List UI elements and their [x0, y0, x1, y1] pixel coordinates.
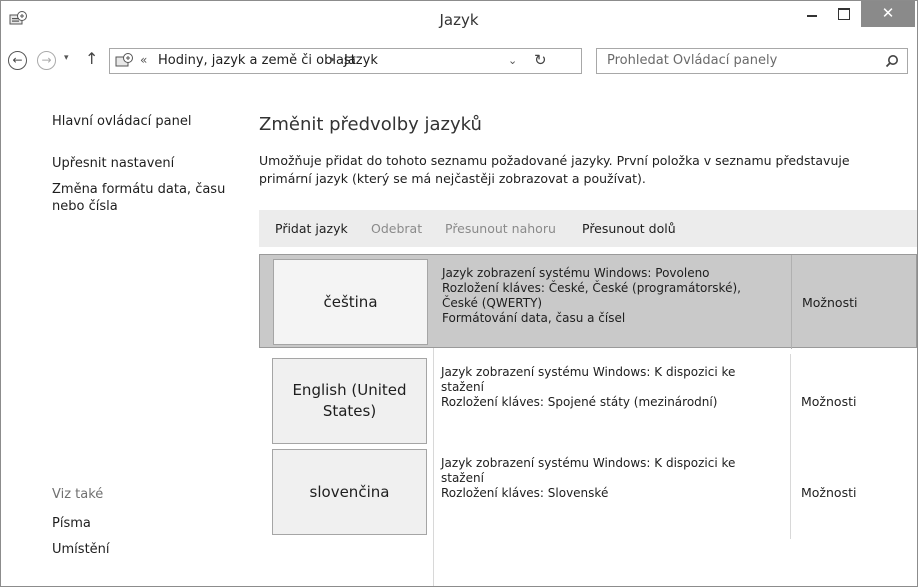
- move-down-button[interactable]: Přesunout dolů: [582, 221, 676, 236]
- back-button[interactable]: ←: [8, 51, 27, 70]
- breadcrumb-separator-icon[interactable]: ▸: [331, 55, 336, 65]
- breadcrumb-language[interactable]: Jazyk: [344, 53, 378, 68]
- close-icon: ✕: [881, 4, 895, 22]
- language-tile[interactable]: English (United States): [272, 358, 427, 444]
- refresh-icon[interactable]: ↻: [534, 51, 547, 69]
- forward-button[interactable]: →: [37, 51, 56, 70]
- forward-arrow-icon: →: [41, 53, 52, 67]
- detail-line: Formátování data, času a čísel: [442, 311, 626, 325]
- options-link[interactable]: Možnosti: [801, 394, 856, 409]
- detail-line: Jazyk zobrazení systému Windows: K dispo…: [441, 456, 736, 470]
- detail-line: stažení: [441, 471, 484, 485]
- address-bar[interactable]: « Hodiny, jazyk a země či oblast ▸ Jazyk…: [109, 48, 582, 74]
- sidebar-link-advanced-settings[interactable]: Upřesnit nastavení: [52, 156, 174, 171]
- language-tile[interactable]: slovenčina: [272, 449, 427, 535]
- add-language-button[interactable]: Přidat jazyk: [275, 221, 348, 236]
- sidebar-link-change-formats[interactable]: Změna formátu data, času nebo čísla: [52, 181, 232, 215]
- language-details: Jazyk zobrazení systému Windows: Povolen…: [442, 266, 782, 326]
- page-title: Změnit předvolby jazyků: [259, 114, 482, 135]
- options-divider: [791, 255, 792, 349]
- search-icon[interactable]: [885, 54, 899, 68]
- minimize-icon: [807, 15, 817, 17]
- detail-line: Jazyk zobrazení systému Windows: K dispo…: [441, 365, 736, 379]
- search-placeholder: Prohledat Ovládací panely: [607, 53, 778, 68]
- window-title: Jazyk: [439, 11, 479, 29]
- address-dropdown-icon[interactable]: ⌄: [508, 54, 517, 67]
- see-also-heading: Viz také: [52, 487, 104, 502]
- page-description: Umožňuje přidat do tohoto seznamu požado…: [259, 153, 850, 186]
- maximize-icon: [838, 8, 850, 20]
- language-details: Jazyk zobrazení systému Windows: K dispo…: [441, 456, 781, 501]
- up-button[interactable]: ↑: [85, 49, 98, 68]
- sidebar-link-fonts[interactable]: Písma: [52, 516, 91, 531]
- language-row-english[interactable]: English (United States) Jazyk zobrazení …: [259, 354, 917, 448]
- detail-line: České (QWERTY): [442, 296, 543, 310]
- navigation-bar: ← → ▾ ↑ « Hodiny, jazyk a země či oblast…: [1, 46, 917, 76]
- language-row-czech[interactable]: čeština Jazyk zobrazení systému Windows:…: [259, 254, 917, 349]
- breadcrumb-clock-language-region[interactable]: Hodiny, jazyk a země či oblast: [158, 53, 356, 68]
- language-details: Jazyk zobrazení systému Windows: K dispo…: [441, 365, 781, 410]
- sidebar-link-control-panel-home[interactable]: Hlavní ovládací panel: [52, 114, 191, 129]
- language-row-slovak[interactable]: slovenčina Jazyk zobrazení systému Windo…: [259, 445, 917, 539]
- sidebar-link-location[interactable]: Umístění: [52, 542, 110, 557]
- recent-locations-dropdown[interactable]: ▾: [64, 53, 69, 63]
- search-input[interactable]: Prohledat Ovládací panely: [596, 48, 908, 74]
- language-window: Jazyk ✕ ← → ▾ ↑ « Hodiny, jazyk a země č…: [0, 0, 918, 587]
- back-arrow-icon: ←: [12, 53, 23, 67]
- language-toolbar: Přidat jazyk Odebrat Přesunout nahoru Př…: [259, 210, 917, 247]
- language-list: čeština Jazyk zobrazení systému Windows:…: [259, 254, 917, 586]
- breadcrumb-overflow[interactable]: «: [140, 53, 147, 67]
- options-divider: [790, 354, 791, 448]
- minimize-button[interactable]: [798, 1, 826, 27]
- options-link[interactable]: Možnosti: [801, 485, 856, 500]
- detail-line: Rozložení kláves: Slovenské: [441, 486, 609, 500]
- remove-button[interactable]: Odebrat: [371, 221, 422, 236]
- detail-line: Jazyk zobrazení systému Windows: Povolen…: [442, 266, 710, 280]
- language-tile[interactable]: čeština: [273, 259, 428, 345]
- detail-line: Rozložení kláves: České, České (programá…: [442, 281, 741, 295]
- move-up-button[interactable]: Přesunout nahoru: [445, 221, 556, 236]
- options-divider: [790, 445, 791, 539]
- title-bar: Jazyk ✕: [1, 1, 917, 39]
- maximize-button[interactable]: [830, 1, 858, 27]
- control-panel-icon: [115, 53, 133, 67]
- close-button[interactable]: ✕: [861, 1, 915, 27]
- options-link[interactable]: Možnosti: [802, 295, 857, 310]
- detail-line: stažení: [441, 380, 484, 394]
- detail-line: Rozložení kláves: Spojené státy (mezinár…: [441, 395, 718, 409]
